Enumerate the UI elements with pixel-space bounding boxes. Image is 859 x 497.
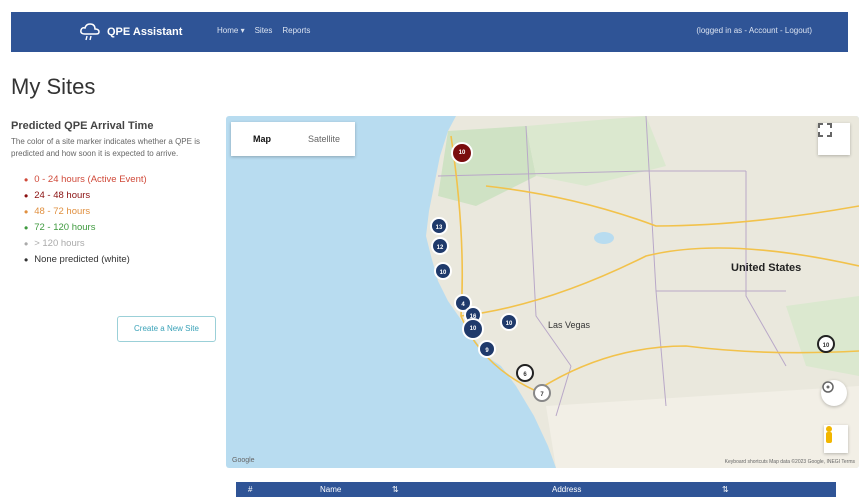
legend-list: 0 - 24 hours (Active Event) 24 - 48 hour…	[11, 172, 216, 268]
legend-item: 72 - 120 hours	[24, 220, 216, 236]
pegman-icon	[826, 426, 832, 443]
user-status-text[interactable]: (logged in as - Account - Logout)	[696, 26, 812, 35]
nav-home-dropdown[interactable]: Home ▾	[217, 26, 245, 35]
site-cluster-marker[interactable]: 13	[430, 217, 448, 235]
brand[interactable]: QPE Assistant	[79, 23, 182, 41]
legend-item: 24 - 48 hours	[24, 188, 216, 204]
top-strip	[0, 0, 859, 12]
create-site-button[interactable]: Create a New Site	[117, 316, 216, 342]
brand-name: QPE Assistant	[107, 26, 183, 38]
sites-table-header: # Name ⇅ Address ⇅	[236, 482, 836, 497]
nav-sites[interactable]: Sites	[255, 26, 273, 35]
site-cluster-marker[interactable]: 10	[451, 142, 473, 164]
highway-shield-label: 10	[822, 343, 830, 349]
cloud-rain-icon	[80, 23, 100, 41]
legend-item: None predicted (white)	[24, 252, 216, 268]
site-cluster-marker[interactable]: 6	[516, 364, 534, 382]
country-label: United States	[731, 262, 802, 274]
legend-item: 0 - 24 hours (Active Event)	[24, 172, 216, 188]
lake	[594, 232, 614, 244]
legend-panel: Predicted QPE Arrival Time The color of …	[11, 120, 216, 268]
site-cluster-marker[interactable]: 10	[434, 262, 452, 280]
map-base	[426, 116, 859, 468]
column-header-name[interactable]: Name	[320, 485, 341, 494]
map-tab-satellite[interactable]: Satellite	[293, 122, 355, 156]
legend-heading: Predicted QPE Arrival Time	[11, 120, 154, 132]
map-attribution[interactable]: Keyboard shortcuts Map data ©2023 Google…	[725, 459, 855, 465]
legend-description: The color of a site marker indicates whe…	[11, 137, 200, 158]
site-cluster-marker[interactable]: 10	[462, 318, 484, 340]
site-cluster-marker[interactable]: 12	[431, 237, 449, 255]
fullscreen-icon	[818, 123, 832, 137]
nav-links: Home ▾ Sites Reports	[217, 26, 310, 35]
map-view[interactable]: Map Satellite United States Las Vegas 10…	[226, 116, 859, 468]
recenter-button[interactable]	[821, 380, 847, 406]
column-header-address[interactable]: Address	[552, 485, 581, 494]
page-title: My Sites	[11, 74, 96, 99]
column-header-index[interactable]: #	[248, 485, 252, 494]
fullscreen-button[interactable]	[818, 123, 850, 155]
legend-item: > 120 hours	[24, 236, 216, 252]
compass-icon	[822, 381, 834, 393]
highway-shield-marker: 10	[817, 335, 835, 353]
pegman-button[interactable]	[824, 425, 848, 453]
city-label: Las Vegas	[548, 320, 591, 330]
sort-icon[interactable]: ⇅	[722, 485, 729, 494]
navbar: QPE Assistant Home ▾ Sites Reports (logg…	[11, 12, 848, 52]
legend-item: 48 - 72 hours	[24, 204, 216, 220]
map-type-control: Map Satellite	[231, 122, 355, 156]
site-cluster-marker[interactable]: 7	[533, 384, 551, 402]
map-tab-map[interactable]: Map	[231, 122, 293, 156]
site-cluster-marker[interactable]: 9	[478, 340, 496, 358]
user-menu[interactable]: (logged in as - Account - Logout)	[696, 26, 812, 35]
nav-reports[interactable]: Reports	[282, 26, 310, 35]
google-logo: Google	[232, 457, 255, 464]
site-cluster-marker[interactable]: 10	[500, 313, 518, 331]
sort-icon[interactable]: ⇅	[392, 485, 399, 494]
